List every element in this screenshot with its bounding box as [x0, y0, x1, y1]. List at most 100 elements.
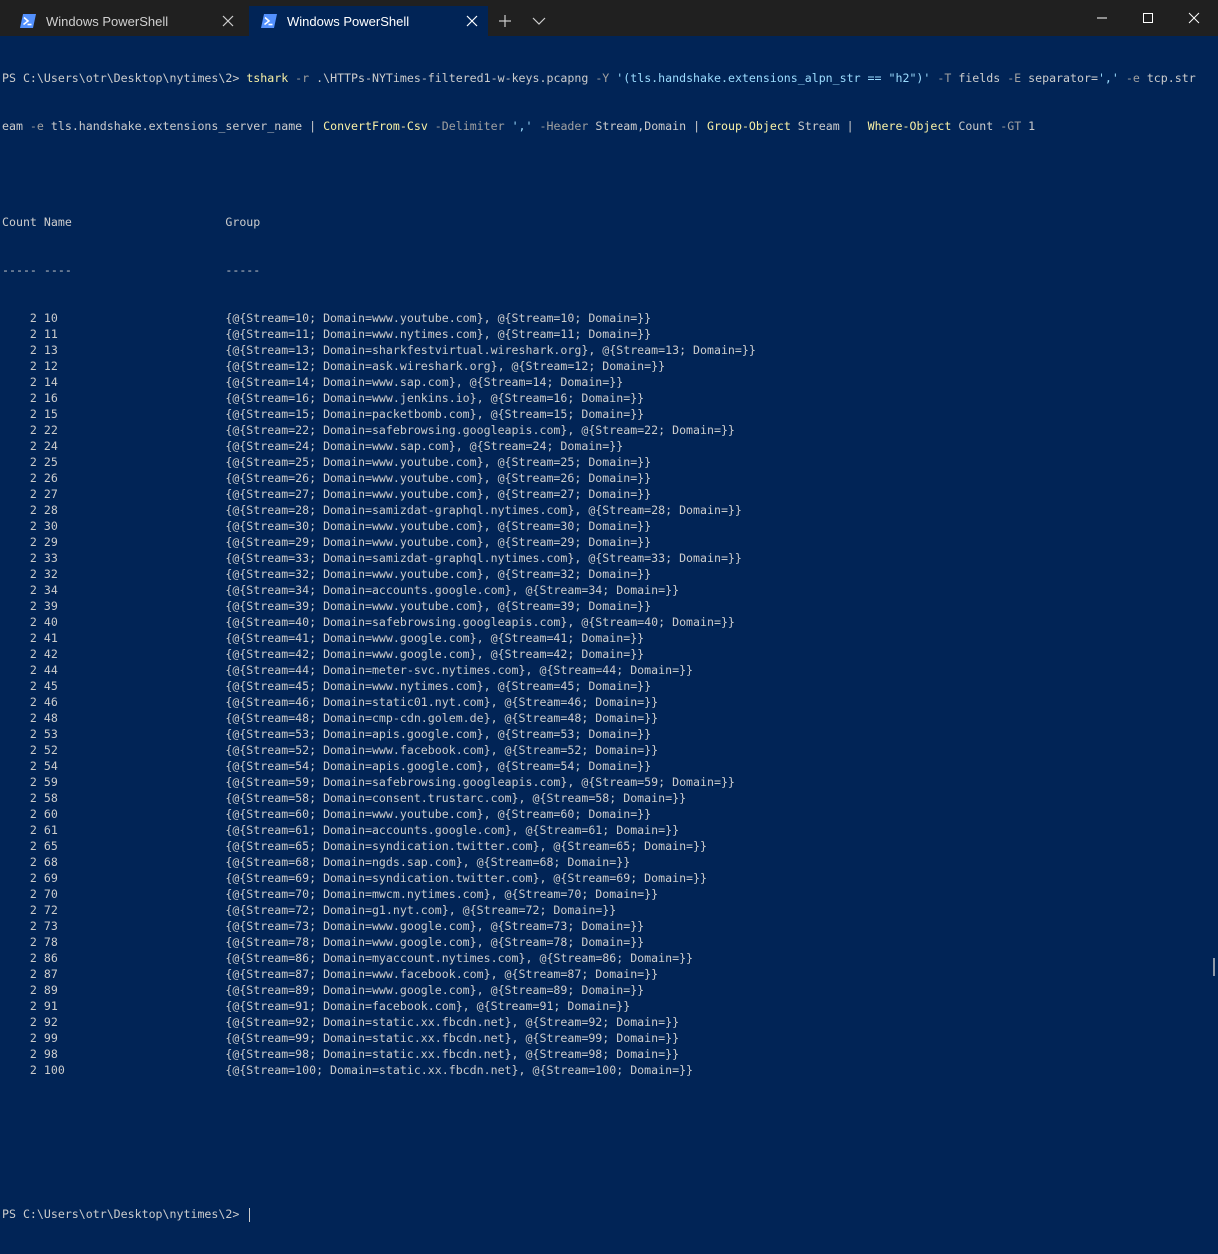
output-header: Count Name Group — [2, 215, 261, 229]
output-row: 2 44 {@{Stream=44; Domain=meter-svc.nyti… — [2, 663, 694, 677]
close-icon — [1188, 12, 1200, 24]
parameter-token: -GT — [1000, 119, 1029, 133]
output-row: 2 13 {@{Stream=13; Domain=sharkfestvirtu… — [2, 343, 756, 357]
cmdlet-token: Group-Object — [707, 119, 791, 133]
tab-title: Windows PowerShell — [287, 13, 410, 29]
output-rows: 2 10 {@{Stream=10; Domain=www.youtube.co… — [2, 310, 1196, 1078]
tab-windows-powershell-2[interactable]: Windows PowerShell — [249, 6, 488, 36]
output-row: 2 100 {@{Stream=100; Domain=static.xx.fb… — [2, 1063, 694, 1077]
string-token: ',' — [1097, 71, 1119, 85]
output-row: 2 28 {@{Stream=28; Domain=samizdat-graph… — [2, 503, 742, 517]
output-row: 2 22 {@{Stream=22; Domain=safebrowsing.g… — [2, 423, 735, 437]
output-row: 2 73 {@{Stream=73; Domain=www.google.com… — [2, 919, 645, 933]
string-token: ',' — [511, 119, 533, 133]
output-row: 2 11 {@{Stream=11; Domain=www.nytimes.co… — [2, 327, 652, 341]
maximize-button[interactable] — [1125, 0, 1171, 36]
text-cursor — [249, 1207, 251, 1222]
output-row: 2 61 {@{Stream=61; Domain=accounts.googl… — [2, 823, 680, 837]
output-row: 2 86 {@{Stream=86; Domain=myaccount.nyti… — [2, 951, 694, 965]
output-row: 2 99 {@{Stream=99; Domain=static.xx.fbcd… — [2, 1031, 680, 1045]
output-row: 2 69 {@{Stream=69; Domain=syndication.tw… — [2, 871, 707, 885]
output-row: 2 29 {@{Stream=29; Domain=www.youtube.co… — [2, 535, 652, 549]
parameter-token: -e — [1118, 71, 1147, 85]
argument-token: tls.handshake.extensions_server_name | — [50, 119, 324, 133]
terminal-output: PS C:\Users\otr\Desktop\nytimes\2> tshar… — [2, 38, 1196, 1254]
output-row: 2 46 {@{Stream=46; Domain=static01.nyt.c… — [2, 695, 659, 709]
output-row: 2 48 {@{Stream=48; Domain=cmp-cdn.golem.… — [2, 711, 659, 725]
parameter-token: -Y — [595, 71, 617, 85]
title-bar: Windows PowerShell Windows PowerShell — [0, 0, 1218, 36]
output-row: 2 72 {@{Stream=72; Domain=g1.nyt.com}, @… — [2, 903, 617, 917]
close-icon[interactable] — [221, 14, 235, 28]
output-row: 2 59 {@{Stream=59; Domain=safebrowsing.g… — [2, 775, 735, 789]
output-row: 2 27 {@{Stream=27; Domain=www.youtube.co… — [2, 487, 652, 501]
parameter-token: -T — [930, 71, 959, 85]
maximize-icon — [1143, 13, 1153, 23]
cmdlet-token: ConvertFrom-Csv — [323, 119, 428, 133]
output-row: 2 32 {@{Stream=32; Domain=www.youtube.co… — [2, 567, 652, 581]
parameter-token: -Header — [532, 119, 596, 133]
output-row: 2 68 {@{Stream=68; Domain=ngds.sap.com},… — [2, 855, 631, 869]
output-row: 2 24 {@{Stream=24; Domain=www.sap.com}, … — [2, 439, 624, 453]
command-line-2: eam -e tls.handshake.extensions_server_n… — [2, 118, 1196, 134]
output-row: 2 10 {@{Stream=10; Domain=www.youtube.co… — [2, 311, 652, 325]
tab-title: Windows PowerShell — [46, 13, 169, 29]
argument-token: 1 — [1028, 119, 1036, 133]
command-text: eam -e tls.handshake.extensions_server_n… — [2, 119, 1035, 133]
argument-token: fields — [958, 71, 1008, 85]
argument-token: eam — [2, 119, 30, 133]
output-row: 2 54 {@{Stream=54; Domain=apis.google.co… — [2, 759, 652, 773]
plus-icon — [499, 15, 511, 27]
output-row: 2 52 {@{Stream=52; Domain=www.facebook.c… — [2, 743, 659, 757]
close-icon[interactable] — [465, 14, 479, 28]
argument-token: Stream,Domain | — [595, 119, 708, 133]
window-close-button[interactable] — [1171, 0, 1217, 36]
argument-token: Count — [951, 119, 1001, 133]
profile-dropdown-button[interactable] — [528, 6, 550, 36]
command-text: tshark -r .\HTTPs-NYTimes-filtered1-w-ke… — [246, 71, 1195, 85]
output-row: 2 12 {@{Stream=12; Domain=ask.wireshark.… — [2, 359, 666, 373]
output-row: 2 45 {@{Stream=45; Domain=www.nytimes.co… — [2, 679, 652, 693]
output-separator: ----- ---- ----- — [2, 263, 261, 277]
output-row: 2 25 {@{Stream=25; Domain=www.youtube.co… — [2, 455, 652, 469]
tab-windows-powershell-1[interactable]: Windows PowerShell — [8, 6, 244, 36]
output-row: 2 58 {@{Stream=58; Domain=consent.trusta… — [2, 791, 687, 805]
parameter-token: -Delimiter — [427, 119, 512, 133]
argument-token: tcp.str — [1146, 71, 1196, 85]
powershell-icon — [20, 14, 36, 28]
cmdlet-token: tshark — [246, 71, 289, 85]
output-row: 2 40 {@{Stream=40; Domain=safebrowsing.g… — [2, 615, 735, 629]
output-row: 2 42 {@{Stream=42; Domain=www.google.com… — [2, 647, 645, 661]
argument-token: .\HTTPs-NYTimes-filtered1-w-keys.pcapng — [316, 71, 596, 85]
new-tab-button[interactable] — [494, 6, 516, 36]
string-token: '(tls.handshake.extensions_alpn_str == "… — [616, 71, 931, 85]
terminal-pane[interactable]: PS C:\Users\otr\Desktop\nytimes\2> tshar… — [0, 36, 1210, 1222]
output-row: 2 34 {@{Stream=34; Domain=accounts.googl… — [2, 583, 680, 597]
output-row: 2 26 {@{Stream=26; Domain=www.youtube.co… — [2, 471, 652, 485]
output-row: 2 53 {@{Stream=53; Domain=apis.google.co… — [2, 727, 652, 741]
argument-token: Stream | — [790, 119, 868, 133]
output-row: 2 16 {@{Stream=16; Domain=www.jenkins.io… — [2, 391, 645, 405]
output-row: 2 87 {@{Stream=87; Domain=www.facebook.c… — [2, 967, 659, 981]
output-row: 2 15 {@{Stream=15; Domain=packetbomb.com… — [2, 407, 645, 421]
output-row: 2 30 {@{Stream=30; Domain=www.youtube.co… — [2, 519, 652, 533]
minimize-button[interactable] — [1079, 0, 1125, 36]
minimize-icon — [1097, 17, 1107, 19]
output-row: 2 70 {@{Stream=70; Domain=mwcm.nytimes.c… — [2, 887, 659, 901]
current-prompt-line[interactable]: PS C:\Users\otr\Desktop\nytimes\2> — [2, 1206, 1196, 1222]
output-row: 2 98 {@{Stream=98; Domain=static.xx.fbcd… — [2, 1047, 680, 1061]
scrollbar-thumb[interactable] — [1213, 958, 1215, 976]
output-row: 2 60 {@{Stream=60; Domain=www.youtube.co… — [2, 807, 652, 821]
prompt: PS C:\Users\otr\Desktop\nytimes\2> — [2, 71, 247, 85]
output-row: 2 14 {@{Stream=14; Domain=www.sap.com}, … — [2, 375, 624, 389]
output-row: 2 33 {@{Stream=33; Domain=samizdat-graph… — [2, 551, 742, 565]
prompt: PS C:\Users\otr\Desktop\nytimes\2> — [2, 1207, 247, 1221]
command-line-1: PS C:\Users\otr\Desktop\nytimes\2> tshar… — [2, 70, 1196, 86]
output-row: 2 91 {@{Stream=91; Domain=facebook.com},… — [2, 999, 631, 1013]
output-row: 2 65 {@{Stream=65; Domain=syndication.tw… — [2, 839, 707, 853]
parameter-token: -e — [29, 119, 51, 133]
scrollbar[interactable] — [1210, 36, 1218, 992]
